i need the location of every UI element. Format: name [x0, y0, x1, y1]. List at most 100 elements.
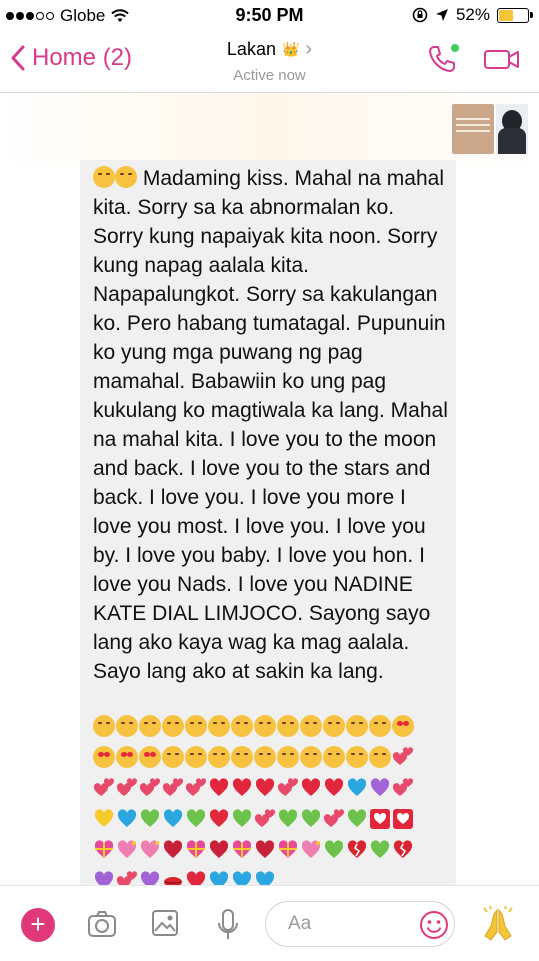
gallery-icon[interactable]: [150, 908, 180, 938]
kiss-face-emoji: [185, 746, 207, 768]
two-hearts-emoji: [93, 777, 115, 799]
kiss-face-emoji: [116, 715, 138, 737]
conversation-header: Home (2) Lakan 👑 › Active now: [0, 32, 539, 93]
green-heart-emoji: [139, 808, 161, 830]
kiss-face-emoji: [323, 746, 345, 768]
two-hearts-emoji: [392, 746, 414, 768]
kiss-face-emoji: [115, 166, 137, 188]
kiss-face-emoji: [323, 715, 345, 737]
emoji-row: [93, 808, 423, 832]
green-heart-emoji: [323, 839, 345, 861]
two-hearts-emoji: [254, 808, 276, 830]
crown-icon: 👑: [281, 41, 300, 57]
sparkling-heart-emoji: [300, 839, 322, 861]
red-heart-emoji: [254, 777, 276, 799]
kiss-face-emoji: [254, 715, 276, 737]
kiss-face-emoji: [346, 746, 368, 768]
heart-eyes-face-emoji: [93, 746, 115, 768]
green-heart-emoji: [185, 808, 207, 830]
kiss-face-emoji: [93, 715, 115, 737]
heart-beat-emoji: [254, 839, 276, 861]
two-hearts-emoji: [185, 777, 207, 799]
two-hearts-emoji: [116, 777, 138, 799]
sparkling-heart-emoji: [116, 839, 138, 861]
blue-heart-emoji: [346, 777, 368, 799]
emoji-row: [93, 746, 423, 770]
purple-heart-emoji: [369, 777, 391, 799]
header-actions: [427, 44, 521, 79]
video-call-button[interactable]: [483, 46, 521, 77]
voice-call-button[interactable]: [427, 44, 459, 79]
kiss-face-emoji: [93, 166, 115, 188]
heart-box-emoji: [369, 808, 391, 830]
kiss-face-emoji: [185, 715, 207, 737]
video-camera-icon: [484, 50, 519, 69]
message-text-block: Madaming kiss. Mahal na mahal kita. Sorr…: [93, 164, 449, 686]
red-heart-emoji: [231, 777, 253, 799]
photo-thumbnail[interactable]: [496, 104, 528, 154]
folded-hands-icon[interactable]: [481, 906, 515, 944]
heart-box-emoji: [392, 808, 414, 830]
kiss-face-emoji: [346, 715, 368, 737]
green-heart-emoji: [369, 839, 391, 861]
sparkling-heart-emoji: [139, 839, 161, 861]
green-heart-emoji: [277, 808, 299, 830]
green-heart-emoji: [300, 808, 322, 830]
heart-beat-emoji: [162, 839, 184, 861]
emoji-row: [93, 777, 423, 801]
online-dot: [451, 44, 459, 52]
red-heart-emoji: [208, 777, 230, 799]
ribbon-heart-emoji: [93, 839, 115, 861]
kiss-face-emoji: [369, 715, 391, 737]
two-hearts-emoji: [139, 777, 161, 799]
red-heart-emoji: [208, 808, 230, 830]
location-arrow-icon: [435, 9, 448, 21]
add-button[interactable]: +: [21, 908, 55, 942]
photo-thumbnail[interactable]: [452, 104, 494, 154]
kiss-face-emoji: [254, 746, 276, 768]
contact-name: Lakan: [226, 39, 276, 59]
ribbon-heart-emoji: [277, 839, 299, 861]
status-bar: Globe 9:50 PM 52%: [0, 0, 539, 32]
emoji-row: [93, 715, 423, 739]
red-heart-emoji: [300, 777, 322, 799]
two-hearts-emoji: [162, 777, 184, 799]
kiss-face-emoji: [231, 746, 253, 768]
rotation-lock-icon: [412, 7, 428, 23]
broken-heart-emoji: [346, 839, 368, 861]
kiss-face-emoji: [208, 715, 230, 737]
heart-eyes-face-emoji: [116, 746, 138, 768]
ribbon-heart-emoji: [185, 839, 207, 861]
heart-beat-emoji: [208, 839, 230, 861]
emoji-row: [93, 839, 423, 863]
battery-icon: [497, 7, 533, 23]
kiss-face-emoji: [139, 715, 161, 737]
microphone-icon[interactable]: [216, 908, 240, 942]
two-hearts-emoji: [277, 777, 299, 799]
red-heart-emoji: [323, 777, 345, 799]
green-heart-emoji: [346, 808, 368, 830]
message-text: Madaming kiss. Mahal na mahal kita. Sorr…: [93, 167, 448, 683]
broken-heart-emoji: [392, 839, 414, 861]
heart-eyes-face-emoji: [139, 746, 161, 768]
blue-heart-emoji: [162, 808, 184, 830]
camera-icon[interactable]: [86, 908, 118, 940]
status-right-group: 52%: [412, 5, 533, 25]
kiss-face-emoji: [162, 746, 184, 768]
kiss-face-emoji: [300, 715, 322, 737]
composer-bar: + Aa: [0, 885, 539, 961]
heart-eyes-face-emoji: [392, 715, 414, 737]
emoji-button[interactable]: [419, 910, 449, 940]
yellow-heart-emoji: [93, 808, 115, 830]
battery-level: [499, 9, 514, 21]
chevron-right-icon: ›: [305, 38, 313, 60]
kiss-face-emoji: [300, 746, 322, 768]
emoji-block: [93, 715, 423, 901]
kiss-face-emoji: [231, 715, 253, 737]
ribbon-heart-emoji: [231, 839, 253, 861]
blue-heart-emoji: [116, 808, 138, 830]
kiss-face-emoji: [208, 746, 230, 768]
two-hearts-emoji: [392, 777, 414, 799]
battery-percent: 52%: [455, 5, 490, 24]
two-hearts-emoji: [323, 808, 345, 830]
